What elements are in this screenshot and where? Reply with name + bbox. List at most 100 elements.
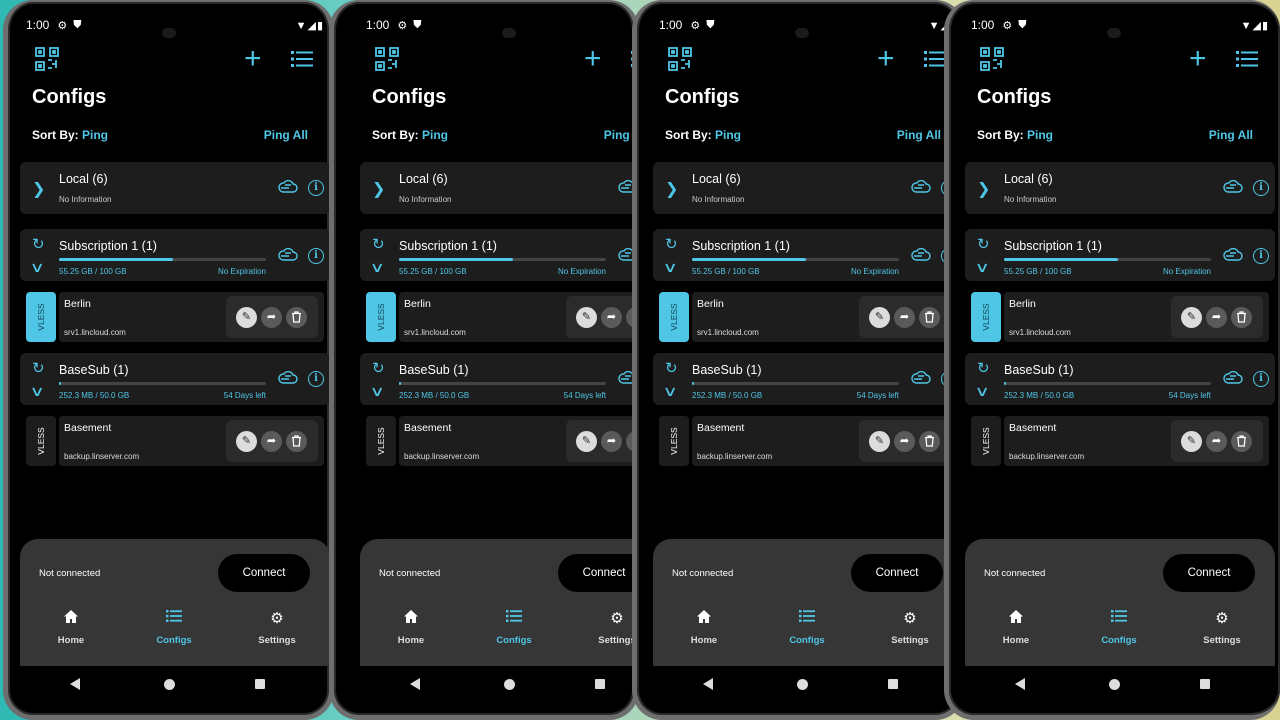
edit-icon[interactable]: ✎ xyxy=(869,307,890,328)
group-card-subscription[interactable]: ↻ ∨ Subscription 1 (1) 55.25 GB / 100 GB… xyxy=(653,229,960,281)
chevron-down-icon[interactable]: ∨ xyxy=(369,383,384,400)
info-icon[interactable]: i xyxy=(1253,248,1269,264)
info-icon[interactable]: i xyxy=(308,248,324,264)
sync-icon[interactable]: ↻ xyxy=(665,359,678,377)
server-item-berlin[interactable]: VLESS Berlin srv1.lincloud.com ✎ ➦ xyxy=(659,292,957,342)
nav-home[interactable]: Home xyxy=(371,609,451,646)
home-circle-icon[interactable] xyxy=(1109,679,1120,690)
cloud-ping-icon[interactable] xyxy=(278,247,298,267)
recents-icon[interactable] xyxy=(888,679,898,689)
group-card-local[interactable]: ❯ Local (6) No Information i xyxy=(360,162,634,214)
connect-button[interactable]: Connect xyxy=(851,554,943,592)
home-circle-icon[interactable] xyxy=(164,679,175,690)
sync-icon[interactable]: ↻ xyxy=(32,235,45,253)
group-card-basesub[interactable]: ↻ ∨ BaseSub (1) 252.3 MB / 50.0 GB 54 Da… xyxy=(20,353,329,405)
info-icon[interactable]: i xyxy=(308,371,324,387)
server-item-basement[interactable]: VLESS Basement backup.linserver.com ✎ ➦ xyxy=(366,416,634,466)
back-icon[interactable] xyxy=(703,678,713,690)
delete-icon[interactable] xyxy=(919,431,940,452)
share-icon[interactable]: ➦ xyxy=(1206,307,1227,328)
group-card-subscription[interactable]: ↻ ∨ Subscription 1 (1) 55.25 GB / 100 GB… xyxy=(360,229,634,281)
sort-value[interactable]: Ping xyxy=(82,128,108,142)
ping-all-button[interactable]: Ping All xyxy=(264,128,308,142)
share-icon[interactable]: ➦ xyxy=(601,431,622,452)
share-icon[interactable]: ➦ xyxy=(1206,431,1227,452)
sync-icon[interactable]: ↻ xyxy=(32,359,45,377)
sync-icon[interactable]: ↻ xyxy=(977,359,990,377)
nav-home[interactable]: Home xyxy=(31,609,111,646)
group-card-local[interactable]: ❯ Local (6) No Information i xyxy=(653,162,960,214)
server-item-basement[interactable]: VLESS Basement backup.linserver.com ✎ ➦ xyxy=(26,416,324,466)
home-circle-icon[interactable] xyxy=(797,679,808,690)
server-item-berlin[interactable]: VLESS Berlin srv1.lincloud.com ✎ ➦ xyxy=(26,292,324,342)
share-icon[interactable]: ➦ xyxy=(261,431,282,452)
server-item-basement[interactable]: VLESS Basement backup.linserver.com ✎ ➦ xyxy=(971,416,1269,466)
edit-icon[interactable]: ✎ xyxy=(236,307,257,328)
group-card-basesub[interactable]: ↻ ∨ BaseSub (1) 252.3 MB / 50.0 GB 54 Da… xyxy=(360,353,634,405)
server-body[interactable]: Basement backup.linserver.com ✎ ➦ xyxy=(399,416,634,466)
nav-configs[interactable]: Configs xyxy=(1079,609,1159,646)
group-card-subscription[interactable]: ↻ ∨ Subscription 1 (1) 55.25 GB / 100 GB… xyxy=(965,229,1275,281)
chevron-down-icon[interactable]: ∨ xyxy=(974,383,989,400)
chevron-right-icon[interactable]: ❯ xyxy=(665,179,678,199)
add-config-button[interactable]: + xyxy=(244,44,262,74)
server-body[interactable]: Basement backup.linserver.com ✎ ➦ xyxy=(59,416,324,466)
server-body[interactable]: Berlin srv1.lincloud.com ✎ ➦ xyxy=(692,292,957,342)
qr-scan-icon[interactable] xyxy=(374,46,400,72)
delete-icon[interactable] xyxy=(919,307,940,328)
chevron-right-icon[interactable]: ❯ xyxy=(977,179,990,199)
back-icon[interactable] xyxy=(410,678,420,690)
list-menu-icon[interactable] xyxy=(1236,50,1258,73)
cloud-ping-icon[interactable] xyxy=(278,370,298,390)
nav-configs[interactable]: Configs xyxy=(474,609,554,646)
connect-button[interactable]: Connect xyxy=(218,554,310,592)
back-icon[interactable] xyxy=(1015,678,1025,690)
add-config-button[interactable]: + xyxy=(877,44,895,74)
nav-configs[interactable]: Configs xyxy=(134,609,214,646)
server-item-basement[interactable]: VLESS Basement backup.linserver.com ✎ ➦ xyxy=(659,416,957,466)
delete-icon[interactable] xyxy=(1231,307,1252,328)
nav-settings[interactable]: ⚙ Settings xyxy=(237,609,317,646)
add-config-button[interactable]: + xyxy=(584,44,602,74)
group-card-basesub[interactable]: ↻ ∨ BaseSub (1) 252.3 MB / 50.0 GB 54 Da… xyxy=(965,353,1275,405)
list-menu-icon[interactable] xyxy=(291,50,313,73)
cloud-ping-icon[interactable] xyxy=(1223,247,1243,267)
connect-button[interactable]: Connect xyxy=(1163,554,1255,592)
delete-icon[interactable] xyxy=(1231,431,1252,452)
sync-icon[interactable]: ↻ xyxy=(372,359,385,377)
qr-scan-icon[interactable] xyxy=(979,46,1005,72)
server-item-berlin[interactable]: VLESS Berlin srv1.lincloud.com ✎ ➦ xyxy=(366,292,634,342)
share-icon[interactable]: ➦ xyxy=(894,431,915,452)
cloud-ping-icon[interactable] xyxy=(911,179,931,199)
group-card-subscription[interactable]: ↻ ∨ Subscription 1 (1) 55.25 GB / 100 GB… xyxy=(20,229,329,281)
share-icon[interactable]: ➦ xyxy=(894,307,915,328)
sort-value[interactable]: Ping xyxy=(1027,128,1053,142)
chevron-right-icon[interactable]: ❯ xyxy=(32,179,45,199)
nav-settings[interactable]: ⚙ Settings xyxy=(1182,609,1262,646)
chevron-down-icon[interactable]: ∨ xyxy=(974,259,989,276)
nav-configs[interactable]: Configs xyxy=(767,609,847,646)
recents-icon[interactable] xyxy=(595,679,605,689)
list-menu-icon[interactable] xyxy=(924,50,946,73)
connect-button[interactable]: Connect xyxy=(558,554,634,592)
edit-icon[interactable]: ✎ xyxy=(1181,307,1202,328)
cloud-ping-icon[interactable] xyxy=(1223,370,1243,390)
server-body[interactable]: Basement backup.linserver.com ✎ ➦ xyxy=(692,416,957,466)
ping-all-button[interactable]: Ping All xyxy=(897,128,941,142)
delete-icon[interactable] xyxy=(286,431,307,452)
ping-all-button[interactable]: Ping All xyxy=(1209,128,1253,142)
qr-scan-icon[interactable] xyxy=(34,46,60,72)
sync-icon[interactable]: ↻ xyxy=(665,235,678,253)
nav-settings[interactable]: ⚙ Settings xyxy=(577,609,634,646)
share-icon[interactable]: ➦ xyxy=(601,307,622,328)
sort-value[interactable]: Ping xyxy=(715,128,741,142)
group-card-local[interactable]: ❯ Local (6) No Information i xyxy=(20,162,329,214)
sync-icon[interactable]: ↻ xyxy=(372,235,385,253)
sort-value[interactable]: Ping xyxy=(422,128,448,142)
chevron-down-icon[interactable]: ∨ xyxy=(29,383,44,400)
nav-settings[interactable]: ⚙ Settings xyxy=(870,609,950,646)
cloud-ping-icon[interactable] xyxy=(911,247,931,267)
cloud-ping-icon[interactable] xyxy=(911,370,931,390)
chevron-down-icon[interactable]: ∨ xyxy=(369,259,384,276)
back-icon[interactable] xyxy=(70,678,80,690)
